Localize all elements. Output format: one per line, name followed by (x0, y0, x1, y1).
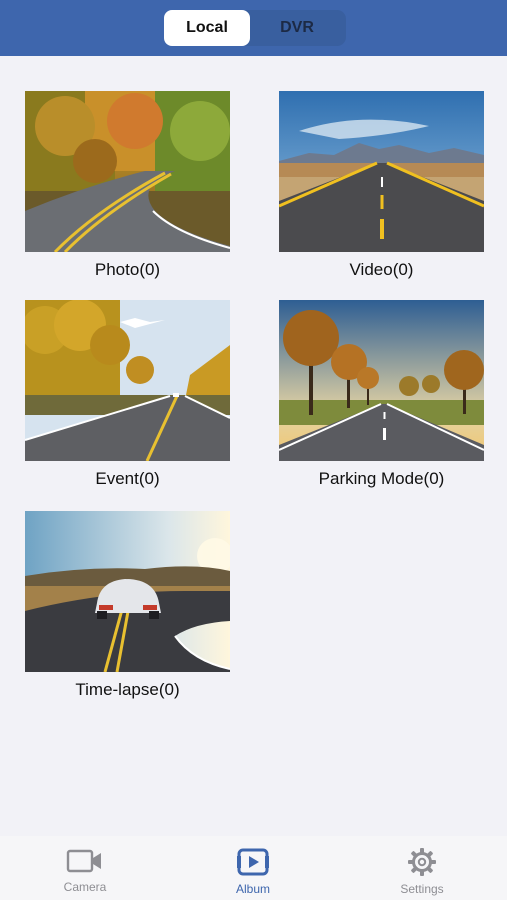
album-label: Video(0) (349, 260, 414, 279)
tab-settings[interactable]: Settings (367, 848, 477, 898)
album-label: Parking Mode(0) (318, 469, 445, 488)
tab-camera[interactable]: Camera (30, 848, 140, 898)
album-parking-mode[interactable]: Parking Mode(0) (279, 300, 484, 489)
album-event[interactable]: Event(0) (25, 300, 230, 489)
tab-album[interactable]: Album (198, 848, 308, 898)
top-header: Local DVR (0, 0, 507, 56)
tab-label: Camera (63, 880, 107, 894)
album-play-icon (237, 848, 269, 876)
gear-icon (408, 848, 436, 876)
video-camera-icon (66, 849, 101, 873)
video-thumbnail (279, 91, 484, 252)
photo-thumbnail (25, 91, 230, 252)
album-video[interactable]: Video(0) (279, 91, 484, 280)
album-photo[interactable]: Photo(0) (25, 91, 230, 280)
tab-dvr[interactable]: DVR (254, 10, 340, 46)
album-label: Event(0) (95, 469, 160, 488)
source-segmented-control: Local DVR (164, 10, 346, 46)
bottom-tab-bar: Camera Album Settings (0, 836, 507, 900)
album-label: Time-lapse(0) (75, 680, 180, 699)
tab-local[interactable]: Local (164, 10, 250, 46)
album-label: Photo(0) (94, 260, 161, 279)
event-thumbnail (25, 300, 230, 461)
tab-label: Album (235, 882, 270, 896)
tab-label: Settings (400, 882, 444, 896)
album-time-lapse[interactable]: Time-lapse(0) (25, 511, 230, 700)
time-lapse-thumbnail (25, 511, 230, 672)
parking-mode-thumbnail (279, 300, 484, 461)
